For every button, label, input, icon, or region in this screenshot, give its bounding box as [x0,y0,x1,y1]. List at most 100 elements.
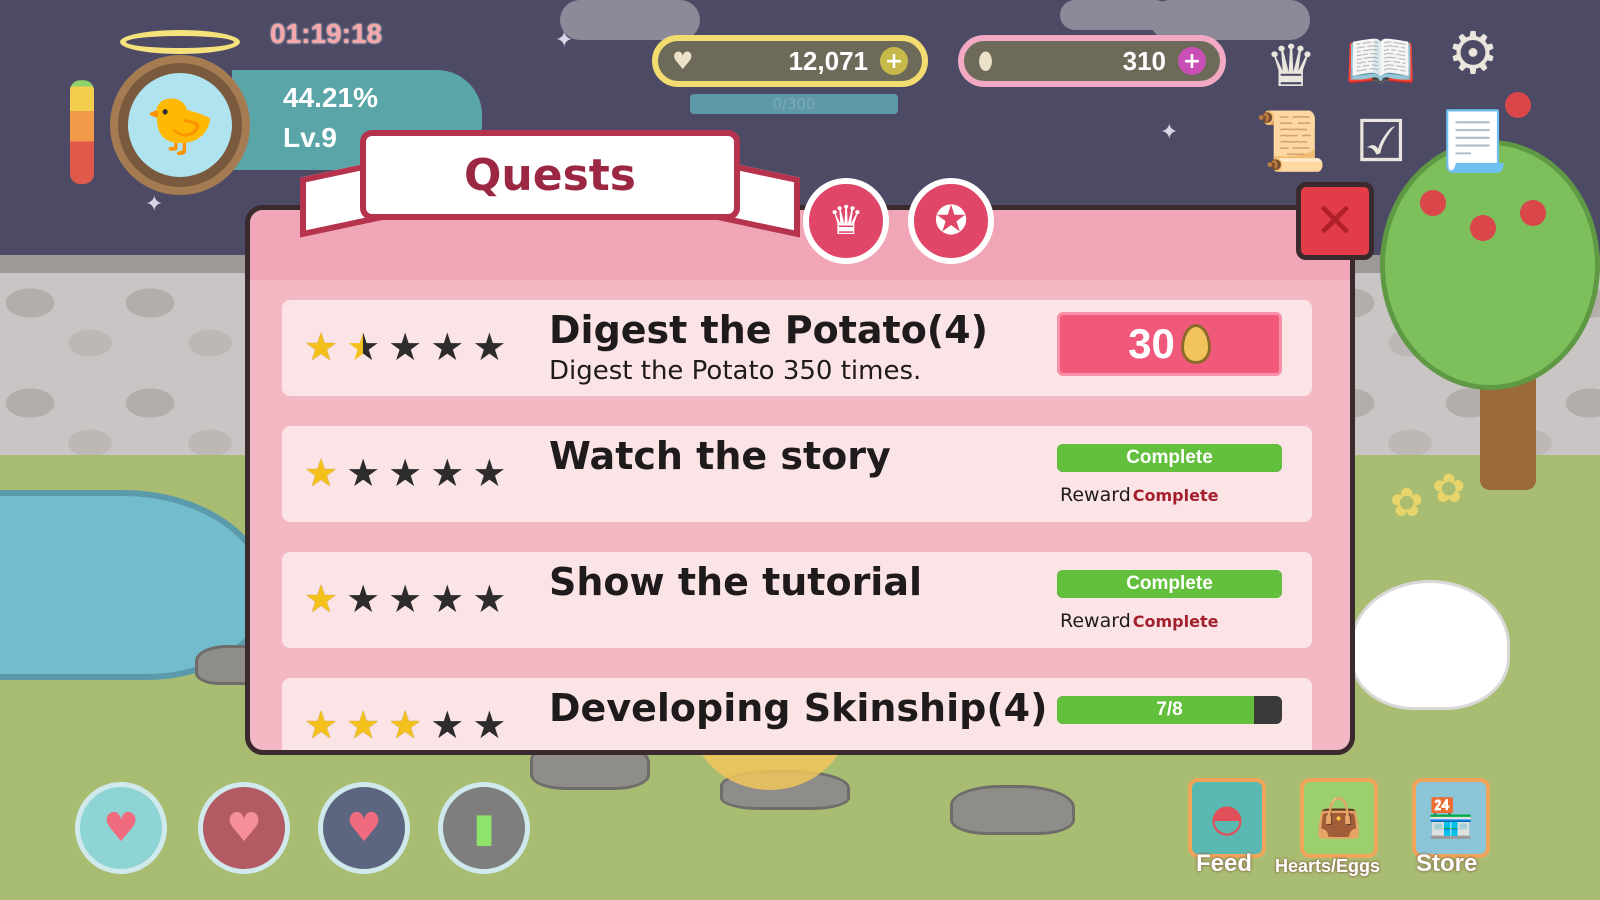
dialog-title: Quests [464,149,636,201]
white-dog[interactable] [1350,580,1510,710]
checklist-icon[interactable]: ☑ [1340,100,1422,182]
hearts-orb-button[interactable]: ♥ [198,782,290,874]
crown-icon[interactable]: ♛ [1250,25,1332,107]
hearts-value: 12,071 [788,45,868,76]
document-icon[interactable]: 📃 [1432,100,1514,182]
quest-row[interactable]: ★ ★ ★ ★ ★ Watch the story Complete Reward Com… [282,426,1312,522]
star-empty-icon: ★ [430,703,465,747]
star-filled-icon: ★ [304,577,339,621]
egg-icon [1180,324,1211,364]
close-icon: ✕ [1314,193,1356,249]
star-rating: ★ ★ ★ ★ ★ [304,706,506,744]
star-empty-icon: ★ [472,577,507,621]
ribbon-banner: Quests [360,130,740,220]
status-text: Complete [1126,573,1213,594]
star-filled-icon: ★ [346,703,381,747]
store-label: Store [1416,850,1478,877]
crown-icon: ♛ [828,198,864,244]
star-empty-icon: ★ [388,325,423,369]
heart-wand-icon: ♥ [346,805,382,851]
quest-status-bar: Complete [1057,570,1282,598]
scroll-icon[interactable]: 📜 [1250,100,1332,182]
hearts-eggs-label: Hearts/Eggs [1275,856,1381,876]
heart-icon: ♥ [103,805,139,851]
apple-icon[interactable] [1470,215,1496,241]
reward-status: Complete [1132,612,1219,631]
apple-icon[interactable] [1520,200,1546,226]
shopping-bag-icon: 👜 [1315,795,1363,840]
star-empty-icon: ★ [388,451,423,495]
star-rating: ★ ★ ★ ★ ★ [304,454,506,492]
quests-title-ribbon: Quests [300,120,800,250]
sparkle-icon: ✦ [145,192,164,217]
star-filled-icon: ★ [388,703,423,747]
heart-icon: ♥ [672,47,694,75]
egg-icon: ⬮ [978,47,994,75]
quest-title: Digest the Potato(4) [549,308,988,352]
cloud [1060,0,1170,30]
close-button[interactable]: ✕ [1296,182,1374,260]
add-eggs-button[interactable]: + [1178,47,1206,75]
add-hearts-button[interactable]: + [880,47,908,75]
chick-icon: 🐤 [128,73,232,177]
tab-crown-quests[interactable]: ♛ [803,178,889,264]
star-empty-icon: ★ [430,577,465,621]
quest-title: Developing Skinship(4) [549,686,1048,730]
star-empty-icon: ★ [472,325,507,369]
star-empty-icon: ★ [430,451,465,495]
feed-button[interactable]: ◓ [1188,778,1266,858]
reward-status-line: Reward Complete [1060,484,1218,506]
sparkle-icon: ✦ [555,28,574,53]
quest-title: Watch the story [549,434,891,478]
heart-wand-orb-button[interactable]: ♥ [318,782,410,874]
star-empty-icon: ★ [388,577,423,621]
status-text: Complete [1126,447,1213,468]
tab-achievements[interactable]: ✪ [908,178,994,264]
food-bowl-icon: ◓ [1210,796,1244,840]
star-filled-icon: ★ [304,703,339,747]
quest-description: Digest the Potato 350 times. [549,356,922,386]
reward-amount: 30 [1128,320,1175,367]
claim-reward-button[interactable]: 30 [1057,312,1282,376]
feed-label: Feed [1196,850,1253,877]
heart-orb-button[interactable]: ♥ [75,782,167,874]
book-icon[interactable]: 📖 [1340,20,1422,102]
quest-row[interactable]: ★ ★ ★ ★ ★ Developing Skinship(4) 7/8 [282,678,1312,750]
level-progress-percent: 44.21% [283,82,378,113]
battery-icon: ▮ [472,805,495,851]
star-rating: ★ ★ ★ ★ ★ [304,580,506,618]
star-rating: ★ ★ ★ ★ ★ [304,328,506,366]
halo-icon [120,30,240,54]
pet-avatar[interactable]: 🐤 [110,55,250,195]
quest-row[interactable]: ★ ★ ★ ★ ★ Digest the Potato(4) Digest the Po… [282,300,1312,396]
star-filled-icon: ★ [304,451,339,495]
quest-list[interactable]: ★ ★ ★ ★ ★ Digest the Potato(4) Digest the Po… [270,295,1330,750]
xp-bar: 0/300 [690,94,898,114]
hearts-icon: ♥ [226,805,262,851]
star-empty-icon: ★ [430,325,465,369]
eggs-value: 310 [1122,45,1166,76]
star-empty-icon: ★ [472,703,507,747]
hearts-eggs-button[interactable]: 👜 [1300,778,1378,858]
eggs-counter: ⬮ 310 + [958,35,1226,87]
quest-row[interactable]: ★ ★ ★ ★ ★ Show the tutorial Complete Reward C… [282,552,1312,648]
star-empty-icon: ★ [346,451,381,495]
hearts-counter: ♥ 12,071 + [652,35,928,87]
tulip-icon: ✿ [1432,466,1466,512]
stepping-stone [950,785,1075,835]
tulip-icon: ✿ [1390,480,1424,526]
timer: 01:19:18 [270,18,383,49]
gear-icon[interactable]: ⚙ [1432,12,1514,94]
quest-progress-bar: 7/8 [1057,696,1282,724]
star-empty-icon: ★ [472,451,507,495]
store-button[interactable]: 🏪 [1412,778,1490,858]
rosette-icon: ✪ [934,198,968,244]
star-filled-icon: ★ [304,325,339,369]
quest-dialog: ★ ★ ★ ★ ★ Digest the Potato(4) Digest the Po… [245,205,1355,755]
battery-orb-button[interactable]: ▮ [438,782,530,874]
cloud [560,0,700,40]
apple-icon[interactable] [1420,190,1446,216]
reward-status-line: Reward Complete [1060,610,1218,632]
progress-text: 7/8 [1156,699,1183,720]
reward-status: Complete [1132,486,1219,505]
